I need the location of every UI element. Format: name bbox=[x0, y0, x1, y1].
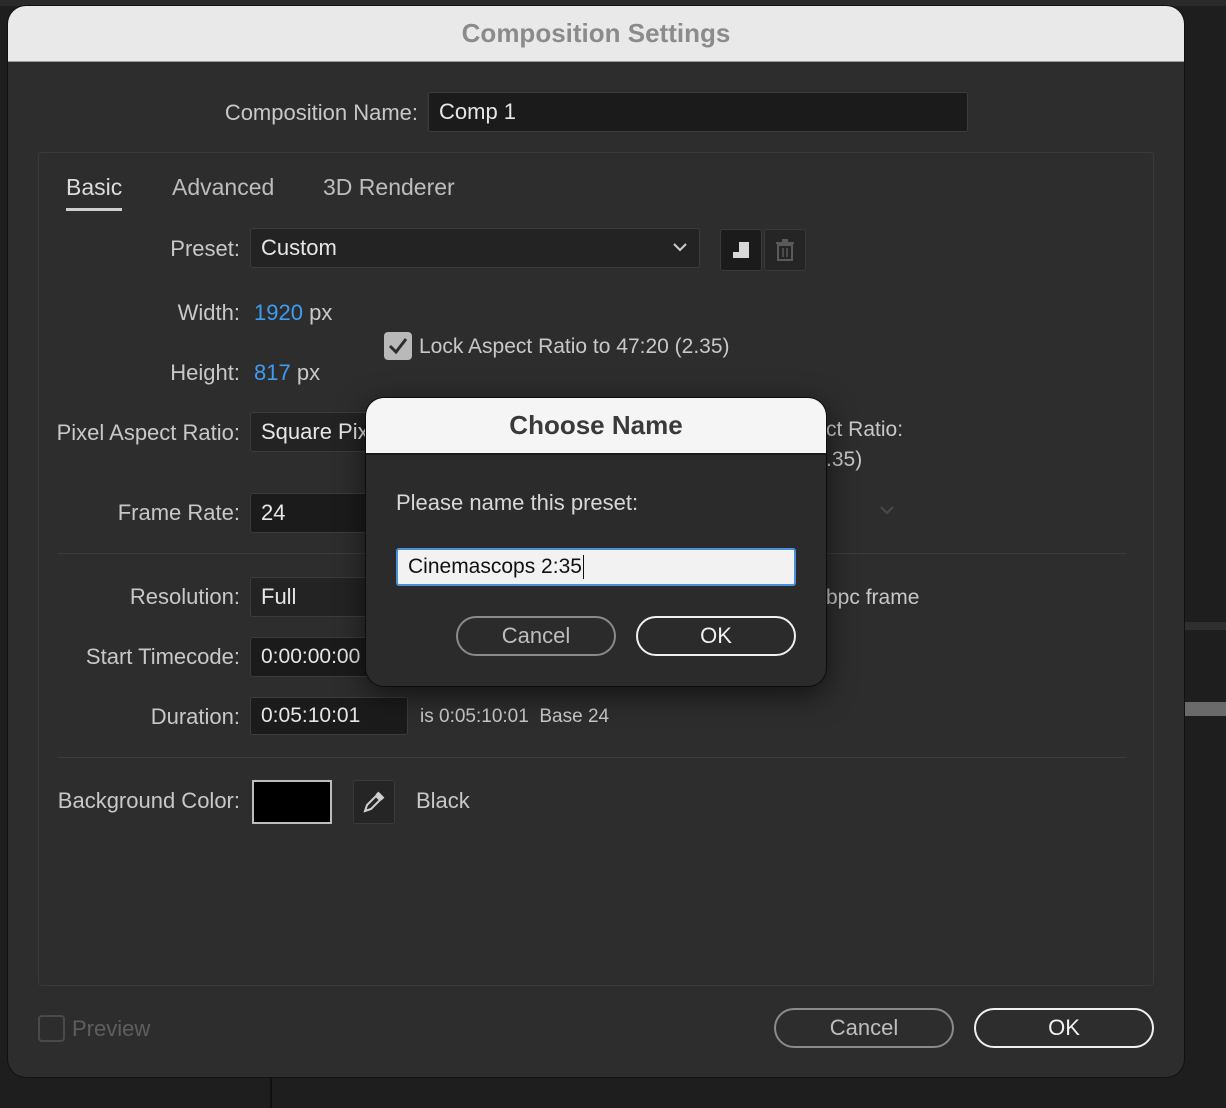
ok-button[interactable]: OK bbox=[974, 1008, 1154, 1048]
chevron-down-icon bbox=[673, 243, 687, 252]
tab-3d-renderer[interactable]: 3D Renderer bbox=[323, 174, 455, 201]
height-value[interactable]: 817 bbox=[254, 360, 291, 385]
height-value-row: 817 px bbox=[254, 360, 320, 386]
height-unit: px bbox=[296, 360, 321, 385]
tab-basic[interactable]: Basic bbox=[66, 174, 123, 211]
modal-cancel-button[interactable]: Cancel bbox=[456, 616, 616, 656]
duration-label: Duration: bbox=[150, 704, 240, 729]
lock-aspect-label: Lock Aspect Ratio to 47:20 (2.35) bbox=[419, 335, 730, 358]
resolution-dropdown[interactable]: Full bbox=[250, 577, 380, 617]
background-color-swatch[interactable] bbox=[252, 780, 332, 824]
cancel-button[interactable]: Cancel bbox=[774, 1008, 954, 1048]
dialog-title: Composition Settings bbox=[461, 18, 731, 48]
preview-label: Preview bbox=[72, 1016, 151, 1041]
background-divider bbox=[1184, 702, 1226, 716]
tab-advanced[interactable]: Advanced bbox=[172, 174, 274, 201]
preset-name-value: Cinemascops 2:35 bbox=[408, 555, 582, 578]
eyedropper-button[interactable] bbox=[353, 780, 395, 824]
background-divider bbox=[1184, 622, 1226, 630]
preset-name-input[interactable]: Cinemascops 2:35 bbox=[396, 548, 796, 586]
modal-prompt: Please name this preset: bbox=[396, 490, 639, 515]
start-timecode-input[interactable]: 0:00:00:00 bbox=[250, 637, 380, 677]
resolution-label: Resolution: bbox=[129, 584, 240, 609]
start-timecode-label: Start Timecode: bbox=[85, 644, 240, 669]
save-preset-button[interactable] bbox=[720, 229, 762, 271]
width-label: Width: bbox=[177, 300, 240, 325]
modal-title: Choose Name bbox=[509, 410, 683, 440]
text-caret bbox=[582, 555, 584, 579]
save-preset-icon bbox=[733, 242, 749, 258]
modal-ok-button[interactable]: OK bbox=[636, 616, 796, 656]
width-unit: px bbox=[309, 300, 333, 325]
composition-name-label: Composition Name: bbox=[224, 100, 418, 125]
chevron-down-icon[interactable] bbox=[880, 506, 894, 515]
checkmark-icon bbox=[388, 338, 408, 355]
trash-icon bbox=[776, 239, 794, 261]
background-color-label: Background Color: bbox=[57, 788, 240, 813]
dialog-titlebar: Composition Settings bbox=[8, 6, 1184, 62]
modal-titlebar: Choose Name bbox=[366, 398, 826, 455]
pixel-aspect-dropdown[interactable]: Square Pix bbox=[250, 412, 380, 452]
background-divider bbox=[270, 1078, 272, 1108]
width-value-row: 1920 px bbox=[254, 300, 332, 326]
pixel-aspect-label: Pixel Aspect Ratio: bbox=[56, 420, 240, 445]
eyedropper-icon bbox=[363, 791, 385, 813]
delete-preset-button[interactable] bbox=[764, 229, 806, 271]
composition-name-input[interactable]: Comp 1 bbox=[428, 92, 968, 132]
preview-checkbox[interactable] bbox=[38, 1015, 65, 1042]
choose-name-modal: Choose Name Please name this preset: Cin… bbox=[366, 398, 826, 686]
preset-value: Custom bbox=[261, 235, 337, 260]
frame-aspect-label: ct Ratio: bbox=[826, 418, 904, 441]
height-label: Height: bbox=[170, 360, 240, 385]
preset-dropdown[interactable]: Custom bbox=[250, 228, 700, 268]
width-value[interactable]: 1920 bbox=[254, 300, 303, 325]
frame-aspect-value: .35) bbox=[826, 448, 863, 471]
frame-rate-input[interactable]: 24 bbox=[250, 493, 380, 533]
duration-input[interactable]: 0:05:10:01 bbox=[250, 697, 408, 735]
lock-aspect-checkbox[interactable] bbox=[384, 332, 412, 360]
duration-info: is 0:05:10:01 Base 24 bbox=[420, 706, 610, 727]
resolution-info: bpc frame bbox=[826, 586, 920, 609]
frame-rate-label: Frame Rate: bbox=[117, 500, 240, 525]
divider bbox=[58, 757, 1126, 758]
background-color-name: Black bbox=[416, 788, 470, 813]
preset-label: Preset: bbox=[170, 236, 240, 261]
